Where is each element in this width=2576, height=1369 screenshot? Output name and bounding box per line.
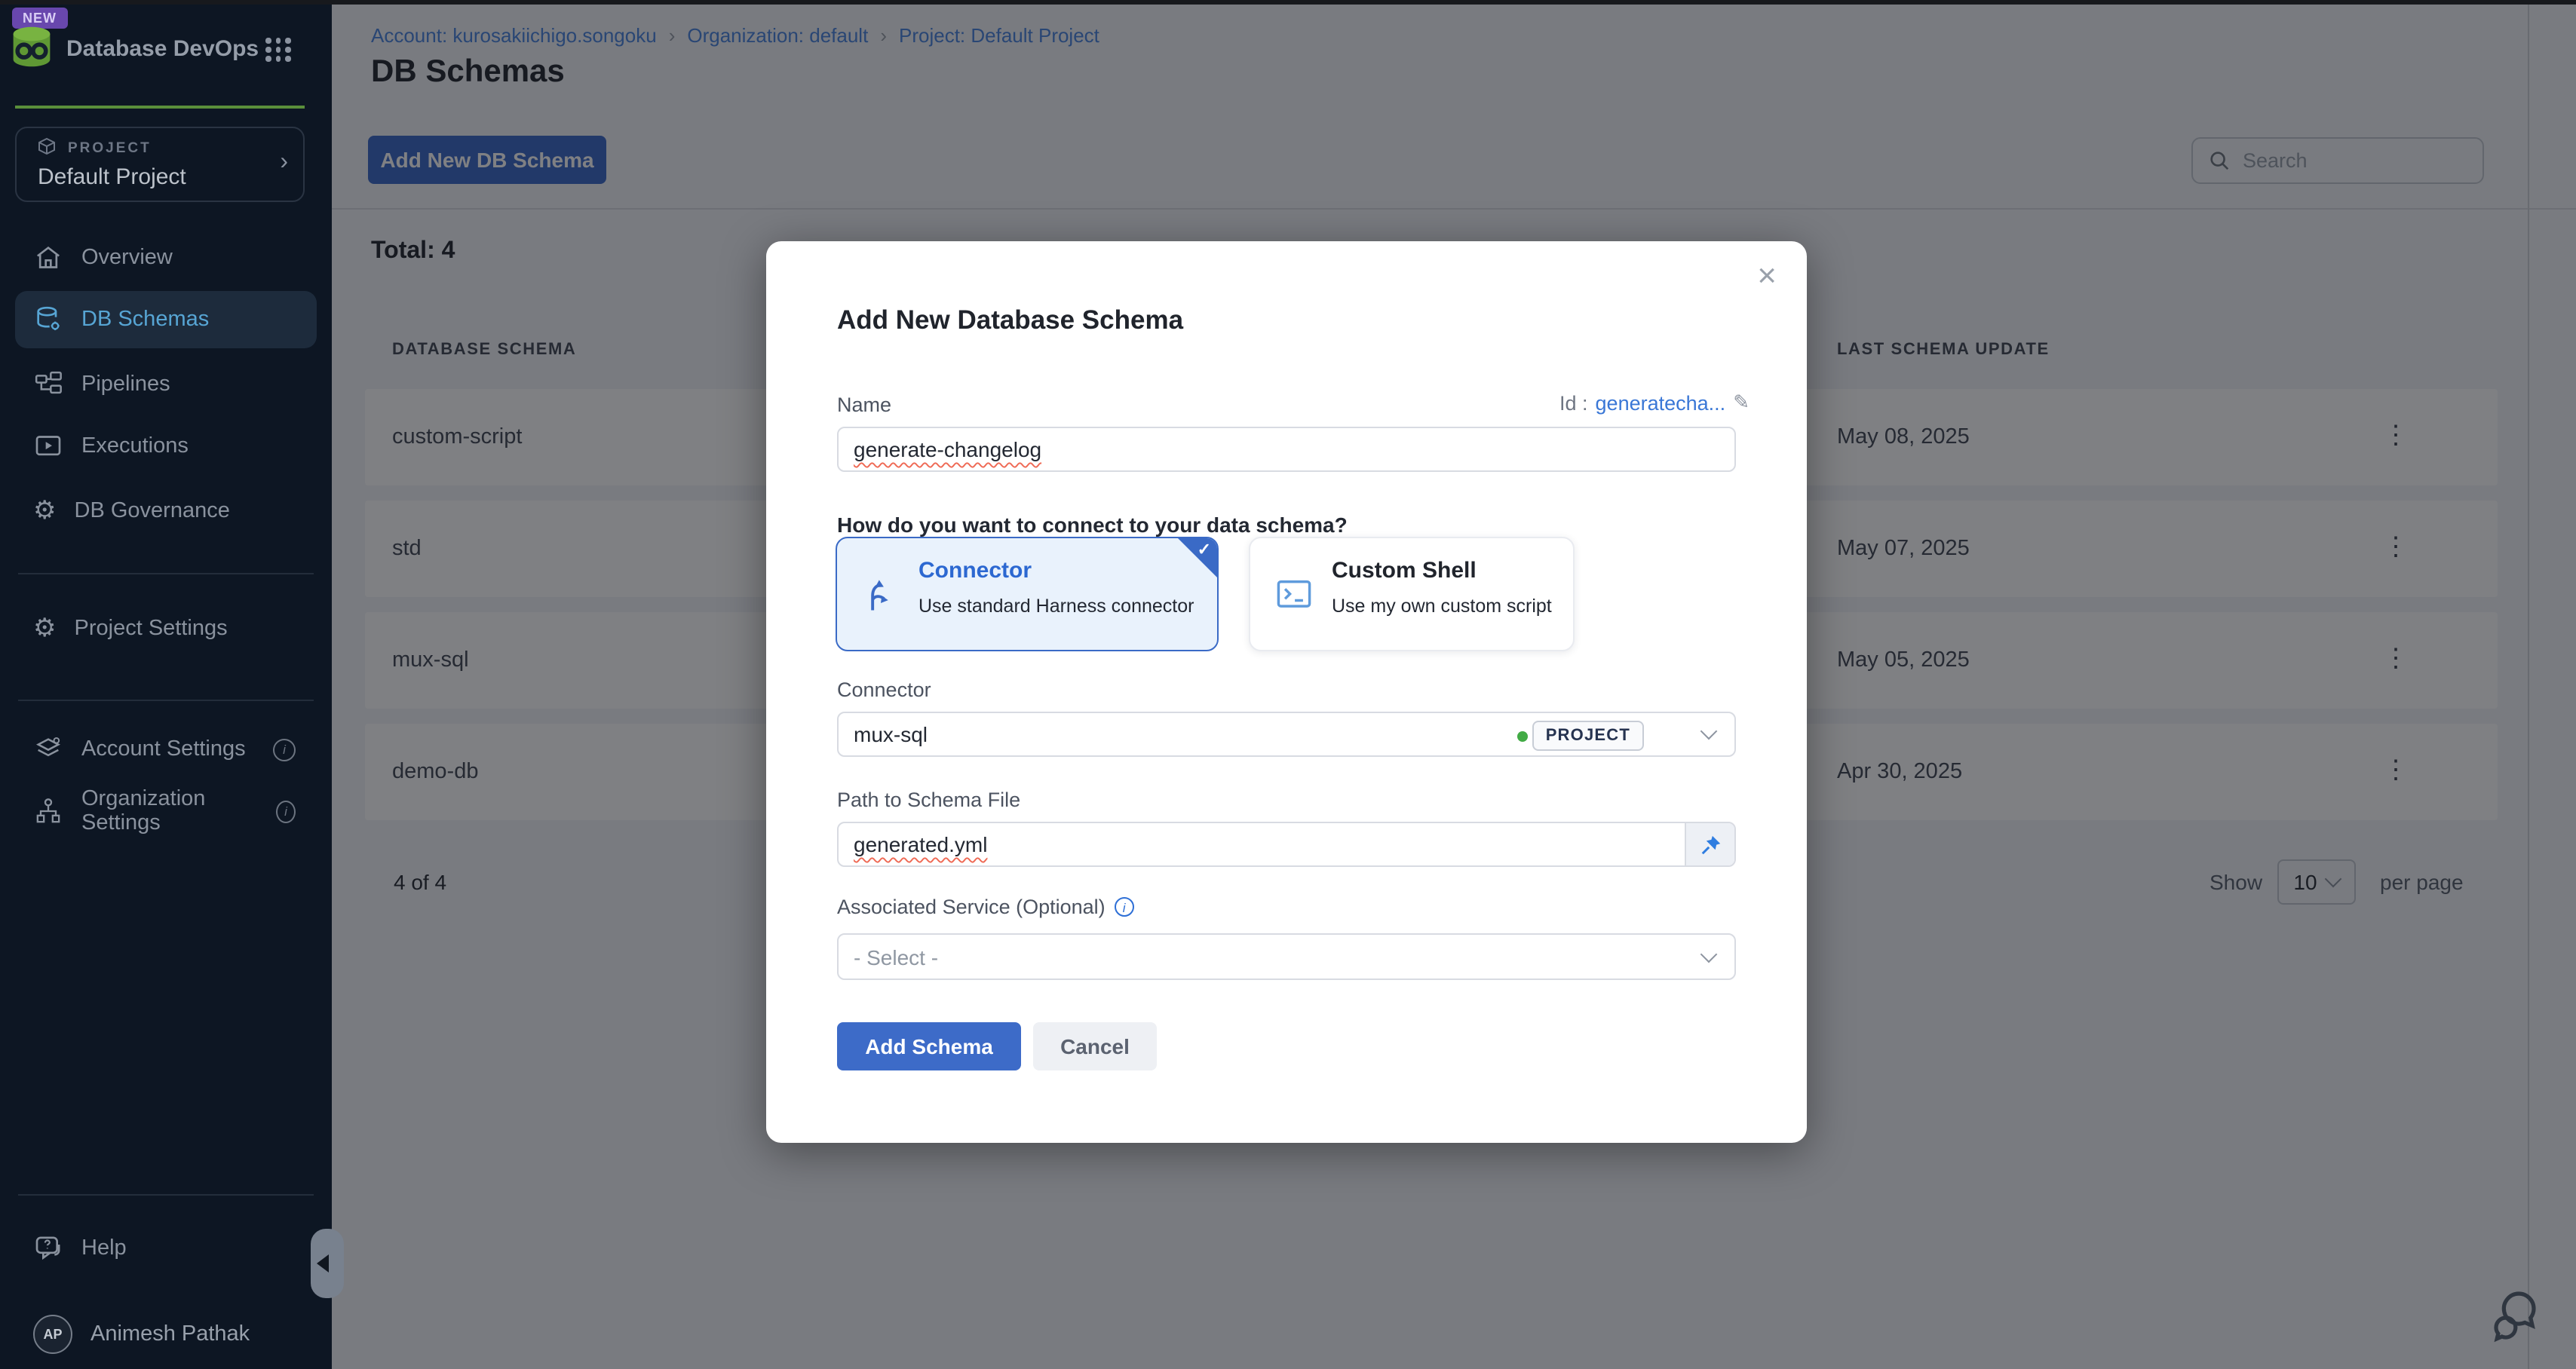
associated-service-label: Associated Service (Optional)	[837, 896, 1106, 918]
name-label: Name	[837, 394, 891, 416]
home-icon	[33, 243, 63, 273]
org-gear-icon	[33, 796, 63, 826]
sidebar-item-label: DB Governance	[75, 499, 230, 523]
add-schema-modal: × Add New Database Schema Name Id : gene…	[766, 241, 1807, 1143]
user-name: Animesh Pathak	[90, 1322, 250, 1346]
name-input-value: generate-changelog	[854, 437, 1041, 461]
path-input[interactable]: generated.yml	[837, 822, 1736, 867]
sidebar-item-project-settings[interactable]: ⚙ Project Settings	[15, 600, 317, 657]
chevron-right-icon: ›	[280, 149, 288, 176]
connect-question: How do you want to connect to your data …	[837, 513, 1348, 537]
pin-icon	[1699, 833, 1722, 856]
gear-icon: ⚙	[33, 498, 57, 524]
associated-service-select[interactable]: - Select -	[837, 933, 1736, 980]
chevron-down-icon	[1700, 723, 1718, 740]
user-menu[interactable]: AP Animesh Pathak	[15, 1306, 317, 1363]
sidebar-item-db-schemas[interactable]: DB Schemas	[15, 291, 317, 348]
info-icon[interactable]: i	[273, 738, 296, 761]
name-input[interactable]: generate-changelog	[837, 427, 1736, 472]
info-icon[interactable]: i	[276, 800, 296, 822]
card-title: Custom Shell	[1332, 558, 1477, 583]
sidebar-item-account-settings[interactable]: Account Settings i	[15, 721, 317, 778]
connector-option-card[interactable]: ✓ Connector Use standard Harness connect…	[836, 537, 1219, 651]
connector-value: mux-sql	[854, 722, 928, 746]
sidebar-divider	[18, 700, 314, 701]
sidebar-item-executions[interactable]: Executions	[15, 418, 317, 475]
sidebar-item-label: Account Settings	[81, 737, 246, 761]
service-placeholder: - Select -	[854, 945, 938, 969]
executions-icon	[33, 431, 63, 461]
connector-select[interactable]: mux-sql PROJECT	[837, 712, 1736, 757]
gear-icon: ⚙	[33, 616, 57, 642]
edit-pencil-icon[interactable]: ✎	[1733, 392, 1750, 415]
card-description: Use my own custom script	[1332, 596, 1552, 617]
sidebar-item-label: Help	[81, 1236, 127, 1260]
avatar: AP	[33, 1315, 72, 1354]
sidebar-divider	[18, 1194, 314, 1196]
close-icon[interactable]: ×	[1757, 259, 1777, 292]
sidebar-item-label: Pipelines	[81, 372, 170, 397]
layers-gear-icon	[33, 734, 63, 764]
path-input-value: generated.yml	[854, 832, 987, 856]
connector-branch-icon	[861, 576, 900, 615]
scope-badge: PROJECT	[1532, 721, 1644, 751]
sidebar-item-label: Overview	[81, 246, 173, 270]
card-description: Use standard Harness connector	[918, 596, 1194, 617]
connector-label: Connector	[837, 678, 931, 701]
support-chat-icon[interactable]	[2486, 1282, 2549, 1345]
sidebar-item-label: DB Schemas	[81, 308, 209, 332]
brand-divider	[15, 106, 305, 109]
card-title: Connector	[918, 558, 1032, 583]
sidebar: NEW Database DevOps PROJECT Default Proj…	[0, 0, 332, 1369]
path-label: Path to Schema File	[837, 789, 1020, 811]
collapse-arrow-icon	[317, 1254, 329, 1273]
sidebar-item-label: Executions	[81, 434, 189, 458]
cube-icon	[38, 137, 56, 155]
id-prefix: Id :	[1559, 392, 1588, 415]
sidebar-item-db-governance[interactable]: ⚙ DB Governance	[15, 482, 317, 540]
help-chat-icon	[33, 1233, 63, 1263]
pin-button[interactable]	[1685, 823, 1734, 865]
sidebar-item-label: Project Settings	[75, 617, 228, 641]
sidebar-item-pipelines[interactable]: Pipelines	[15, 356, 317, 413]
database-gear-icon	[33, 305, 63, 335]
sidebar-item-label: Organization Settings	[81, 787, 258, 835]
id-cluster: Id : generatecha... ✎	[1559, 392, 1750, 415]
sidebar-item-organization-settings[interactable]: Organization Settings i	[15, 783, 317, 840]
project-selector[interactable]: PROJECT Default Project ›	[15, 127, 305, 202]
sidebar-collapse-handle[interactable]	[311, 1229, 344, 1298]
associated-service-label-row: Associated Service (Optional) i	[837, 896, 1134, 918]
sidebar-divider	[18, 573, 314, 574]
database-devops-logo-icon	[9, 24, 54, 69]
window-top-edge	[0, 0, 2576, 5]
terminal-icon	[1274, 576, 1314, 615]
project-scope-label: PROJECT	[68, 140, 152, 157]
chevron-down-icon	[1700, 946, 1718, 963]
modal-title: Add New Database Schema	[837, 305, 1183, 336]
sidebar-item-overview[interactable]: Overview	[15, 229, 317, 286]
screen: NEW Database DevOps PROJECT Default Proj…	[0, 0, 2576, 1369]
cancel-button[interactable]: Cancel	[1033, 1022, 1157, 1070]
id-value-link[interactable]: generatecha...	[1596, 392, 1726, 415]
connectivity-status-dot	[1517, 731, 1528, 742]
pipelines-icon	[33, 369, 63, 400]
custom-shell-option-card[interactable]: Custom Shell Use my own custom script	[1249, 537, 1575, 651]
add-schema-button[interactable]: Add Schema	[837, 1022, 1021, 1070]
info-icon[interactable]: i	[1115, 897, 1134, 917]
check-icon: ✓	[1198, 540, 1211, 559]
app-switcher-icon[interactable]	[265, 38, 291, 61]
app-title: Database DevOps	[66, 36, 259, 62]
project-name: Default Project	[38, 164, 186, 190]
sidebar-item-help[interactable]: Help	[15, 1220, 317, 1277]
